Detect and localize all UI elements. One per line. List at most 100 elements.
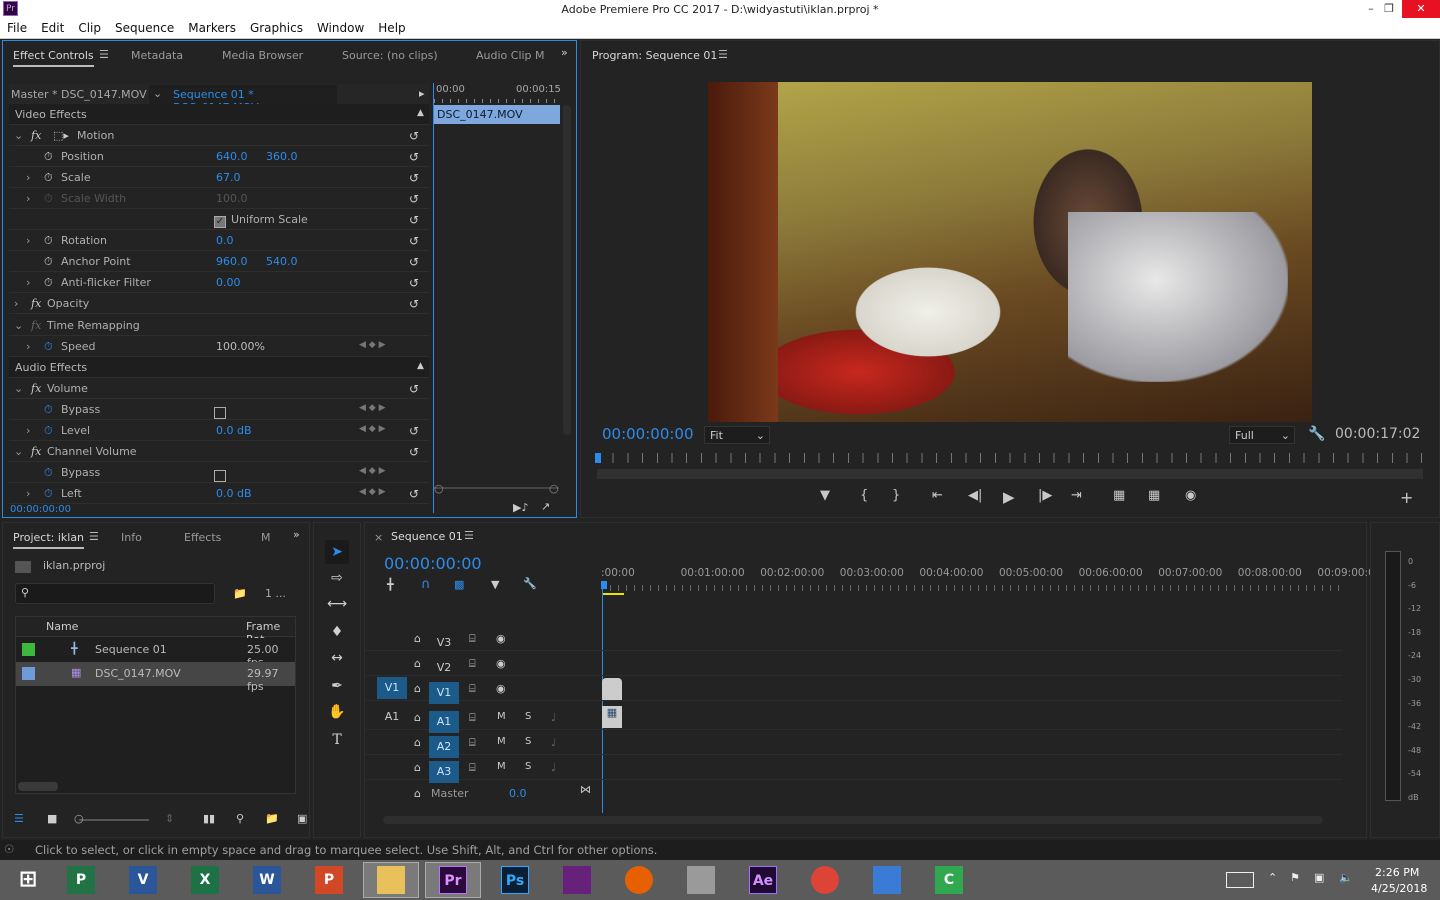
list-view-icon[interactable]: ☰	[14, 812, 24, 825]
new-bin-icon[interactable]: 📁	[265, 812, 279, 825]
microphone-icon[interactable]: ♩	[551, 711, 556, 724]
tab-audio-clip-m[interactable]: Audio Clip M	[476, 49, 545, 62]
lift-button[interactable]: ▦	[1113, 488, 1125, 503]
taskbar-powerpoint[interactable]: P	[301, 862, 357, 898]
step-forward-button[interactable]: |▶	[1038, 488, 1052, 503]
reset-icon[interactable]: ↺	[409, 192, 419, 206]
menu-file[interactable]: File	[0, 18, 34, 38]
video-clip-v1[interactable]	[602, 678, 622, 700]
export-icon[interactable]: ↗	[541, 500, 550, 513]
eye-icon[interactable]: ◉	[496, 657, 506, 670]
mark-in-button[interactable]: {	[860, 488, 868, 503]
timeline-ruler-ticks[interactable]	[602, 585, 1342, 591]
tab-metadata[interactable]: Metadata	[131, 49, 183, 62]
fx-toggle-icon[interactable]: fx	[31, 445, 41, 458]
razor-tool-icon[interactable]: ♦	[325, 620, 349, 644]
nest-icon[interactable]: ╋	[387, 578, 394, 591]
lock-icon[interactable]: ⌂	[414, 761, 421, 774]
taskbar-photoshop[interactable]: Ps	[487, 862, 543, 898]
find-icon[interactable]: 📁	[233, 587, 247, 600]
reset-icon[interactable]: ↺	[409, 129, 419, 143]
resolution-dropdown[interactable]: Full ⌄	[1229, 426, 1295, 444]
sync-lock-icon[interactable]: ⌸	[469, 682, 476, 696]
taskbar-after-effects[interactable]: Ae	[735, 862, 791, 898]
stopwatch-icon[interactable]: ⏱	[44, 171, 53, 185]
taskbar-project[interactable]: P	[53, 862, 109, 898]
work-area-bar[interactable]	[602, 593, 624, 595]
menu-window[interactable]: Window	[310, 18, 371, 38]
stopwatch-icon[interactable]: ⏱	[44, 192, 53, 206]
keyframe-navigator[interactable]: ◀ ◆ ▶	[359, 340, 386, 350]
taskbar-visual-studio[interactable]	[549, 862, 605, 898]
add-marker-button[interactable]: ▼	[820, 488, 830, 503]
menu-graphics[interactable]: Graphics	[243, 18, 310, 38]
zoom-slider-handle[interactable]: ○	[74, 812, 84, 825]
program-playhead-timecode[interactable]: 00:00:00:00	[602, 425, 694, 443]
fx-toggle-icon[interactable]: fx	[31, 129, 41, 142]
param-value-2[interactable]: 540.0	[266, 255, 298, 268]
menu-markers[interactable]: Markers	[181, 18, 243, 38]
reset-icon[interactable]: ↺	[409, 445, 419, 459]
clock-time[interactable]: 2:26 PM	[1375, 866, 1419, 879]
zoom-handle-left[interactable]: ○	[434, 482, 444, 495]
add-marker-icon[interactable]: ▼	[491, 578, 499, 591]
reset-icon[interactable]: ↺	[409, 171, 419, 185]
stopwatch-icon[interactable]: ⏱	[44, 150, 53, 164]
close-button[interactable]: ✕	[1402, 0, 1440, 18]
network-icon[interactable]: ▣	[1314, 871, 1324, 884]
hand-tool-icon[interactable]: ✋	[325, 700, 349, 724]
panel-menu-icon[interactable]: ☰	[718, 48, 728, 61]
collapse-triangle-icon[interactable]: ▲	[417, 108, 424, 118]
program-zoom-bar[interactable]	[597, 469, 1423, 479]
pen-tool-icon[interactable]: ✒	[325, 674, 349, 698]
source-patch-a1[interactable]: A1	[377, 706, 407, 728]
stopwatch-icon[interactable]: ⏱	[44, 276, 53, 290]
sync-lock-icon[interactable]: ⌸	[469, 736, 476, 750]
menu-edit[interactable]: Edit	[34, 18, 71, 38]
project-h-scrollbar[interactable]	[18, 782, 58, 791]
snap-magnet-icon[interactable]: ∩	[421, 577, 431, 592]
stopwatch-icon[interactable]: ⏱	[44, 466, 53, 480]
reset-icon[interactable]: ↺	[409, 487, 419, 501]
sync-lock-icon[interactable]: ⌸	[469, 632, 476, 646]
sync-lock-icon[interactable]: ⌸	[469, 657, 476, 671]
tab-info[interactable]: Info	[121, 531, 142, 544]
taskbar-camera-app[interactable]	[673, 862, 729, 898]
project-item[interactable]: ╋Sequence 0125.00 fps	[16, 638, 295, 669]
twirl-right-icon[interactable]: ›	[26, 487, 30, 500]
program-playhead[interactable]	[595, 453, 601, 463]
taskbar-app-blue[interactable]	[859, 862, 915, 898]
param-value[interactable]: 0.00	[216, 276, 241, 289]
param-value[interactable]: 960.0	[216, 255, 248, 268]
export-frame-camera-icon[interactable]: ◉	[1185, 488, 1196, 503]
taskbar-excel[interactable]: X	[177, 862, 233, 898]
playhead-handle[interactable]	[601, 581, 607, 589]
track-target-v1[interactable]: V1	[429, 682, 459, 704]
ec-timecode[interactable]: 00:00:00:00	[10, 504, 71, 515]
close-sequence-icon[interactable]: ×	[374, 531, 383, 544]
taskbar-firefox[interactable]	[611, 862, 667, 898]
icon-view-icon[interactable]: ■	[47, 812, 57, 825]
twirl-right-icon[interactable]: ›	[26, 192, 30, 205]
taskbar-visio[interactable]: V	[115, 862, 171, 898]
timeline-h-scrollbar[interactable]	[383, 816, 1323, 824]
reset-icon[interactable]: ↺	[409, 276, 419, 290]
taskbar-chrome[interactable]	[797, 862, 853, 898]
param-value[interactable]: 0.0	[216, 234, 234, 247]
microphone-icon[interactable]: ♩	[551, 761, 556, 774]
lock-icon[interactable]: ⌂	[414, 736, 421, 749]
param-value[interactable]: 0.0 dB	[216, 487, 252, 500]
eye-icon[interactable]: ◉	[496, 682, 506, 695]
tab-media-browser[interactable]: Media Browser	[222, 49, 303, 62]
lock-icon[interactable]: ⌂	[414, 682, 421, 695]
reset-icon[interactable]: ↺	[409, 213, 419, 227]
tab-effect-controls[interactable]: Effect Controls	[13, 49, 94, 67]
menu-clip[interactable]: Clip	[71, 18, 108, 38]
master-clip-label[interactable]: Master * DSC_0147.MOV	[11, 88, 147, 101]
ec-scrollbar[interactable]	[563, 105, 571, 435]
zoom-handle-right[interactable]: ○	[549, 482, 559, 495]
sync-lock-icon[interactable]: ⌸	[469, 711, 476, 725]
keyframe-navigator[interactable]: ◀ ◆ ▶	[359, 466, 386, 476]
keyframe-navigator[interactable]: ◀ ◆ ▶	[359, 403, 386, 413]
play-clip-triangle-icon[interactable]: ▸	[419, 87, 425, 100]
